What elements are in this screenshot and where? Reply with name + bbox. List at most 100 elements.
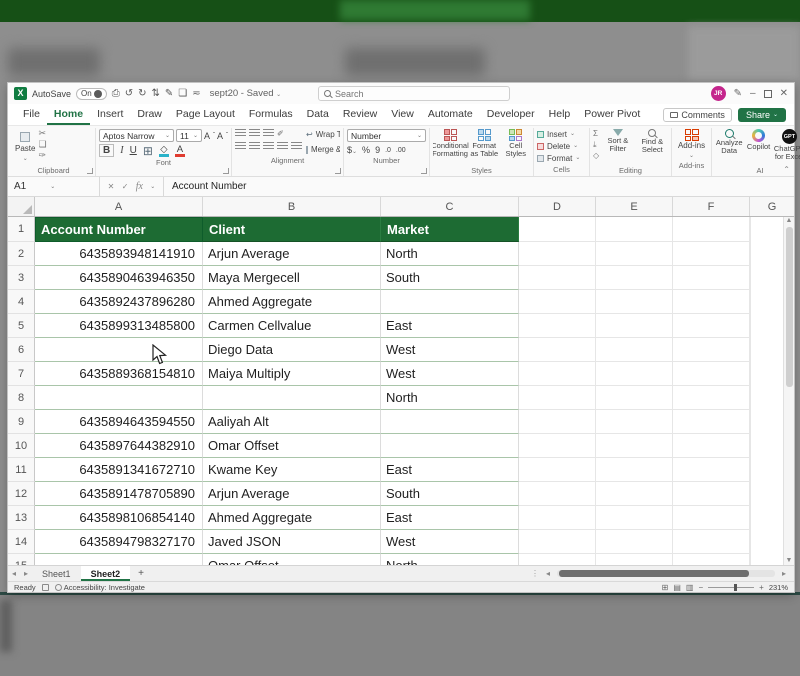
delete-cells-button[interactable]: Delete ⌄	[537, 141, 586, 152]
row-header[interactable]: 7	[8, 362, 35, 386]
cell[interactable]	[750, 554, 751, 565]
font-size-combo[interactable]: 11 ⌄	[176, 129, 202, 142]
zoom-slider[interactable]	[708, 587, 754, 588]
cell-market[interactable]: South	[381, 482, 519, 506]
alignment-dialog-launcher[interactable]	[335, 168, 341, 174]
cell-market[interactable]	[381, 290, 519, 314]
align-left-icon[interactable]	[235, 142, 246, 150]
pen-icon[interactable]: ✎	[165, 83, 173, 104]
format-cells-button[interactable]: Format ⌄	[537, 153, 586, 164]
cut-icon[interactable]: ✂	[38, 129, 46, 138]
cell[interactable]	[673, 217, 750, 242]
cell-client[interactable]: Arjun Average	[203, 242, 381, 266]
cell-client[interactable]: Omar Offset	[203, 434, 381, 458]
avatar[interactable]: JR	[711, 86, 726, 101]
cell-c1-market[interactable]: Market	[381, 217, 519, 242]
number-dialog-launcher[interactable]	[421, 168, 427, 174]
sheet-tab-sheet2[interactable]: Sheet2	[81, 566, 131, 581]
row-header[interactable]: 9	[8, 410, 35, 434]
confirm-entry-icon[interactable]: ✓	[122, 182, 129, 191]
cell[interactable]	[750, 242, 751, 266]
cell[interactable]	[596, 482, 673, 506]
cell-client[interactable]: Maya Mergecell	[203, 266, 381, 290]
cell[interactable]	[673, 338, 750, 362]
name-box[interactable]: A1 ⌄	[8, 177, 100, 196]
format-as-table-button[interactable]: Format as Table	[470, 129, 499, 158]
tab-file[interactable]: File	[16, 104, 47, 125]
comma-style-button[interactable]: 9	[375, 145, 380, 155]
cell[interactable]	[596, 554, 673, 565]
row-header[interactable]: 1	[8, 217, 35, 242]
cell[interactable]	[673, 410, 750, 434]
cell[interactable]	[750, 458, 751, 482]
fill-icon[interactable]: ⤓	[593, 140, 599, 149]
cell[interactable]	[673, 530, 750, 554]
customize-qat-icon[interactable]: ≂	[192, 83, 200, 104]
cell-account[interactable]: 6435889368154810	[35, 362, 203, 386]
conditional-formatting-button[interactable]: Conditional Formatting	[433, 129, 467, 158]
cell-account[interactable]: 6435894643594550	[35, 410, 203, 434]
addins-button[interactable]: Add-ins ⌄	[675, 129, 708, 160]
document-title[interactable]: sept20 - Saved ⌄	[210, 88, 282, 99]
search-box[interactable]	[318, 86, 510, 101]
cell[interactable]	[750, 506, 751, 530]
cell-market[interactable]: West	[381, 338, 519, 362]
copy-icon[interactable]: ❏	[38, 140, 46, 149]
cell[interactable]	[673, 386, 750, 410]
sheet-nav-left-icon[interactable]: ◂	[8, 566, 20, 581]
cell-client[interactable]: Carmen Cellvalue	[203, 314, 381, 338]
cell[interactable]	[673, 482, 750, 506]
indent-decrease-icon[interactable]	[277, 142, 288, 150]
tab-page-layout[interactable]: Page Layout	[169, 104, 242, 125]
row-header[interactable]: 6	[8, 338, 35, 362]
cell[interactable]	[596, 362, 673, 386]
cell-market[interactable]: North	[381, 386, 519, 410]
autosave-toggle[interactable]: On	[76, 88, 107, 100]
cell-client[interactable]: Aaliyah Alt	[203, 410, 381, 434]
cell[interactable]	[750, 290, 751, 314]
cell-account[interactable]: 6435892437896280	[35, 290, 203, 314]
cell[interactable]	[750, 434, 751, 458]
tab-developer[interactable]: Developer	[480, 104, 542, 125]
cell[interactable]	[596, 338, 673, 362]
cell[interactable]	[750, 410, 751, 434]
ink-icon[interactable]: ✎	[734, 88, 742, 99]
increase-decimal-button[interactable]: .0	[385, 147, 391, 154]
cell[interactable]	[750, 482, 751, 506]
cell[interactable]	[519, 314, 596, 338]
cell[interactable]	[596, 434, 673, 458]
shrink-font-button[interactable]: Aˇ	[217, 129, 228, 142]
cell[interactable]	[750, 314, 751, 338]
cell-client[interactable]: Omar Offset	[203, 554, 381, 565]
row-header[interactable]: 2	[8, 242, 35, 266]
row-header[interactable]: 13	[8, 506, 35, 530]
zoom-slider-thumb[interactable]	[734, 584, 737, 591]
cell[interactable]	[519, 482, 596, 506]
underline-button[interactable]: U	[130, 145, 137, 156]
add-sheet-button[interactable]: +	[130, 566, 152, 581]
minimize-button[interactable]: –	[750, 88, 756, 99]
cancel-entry-icon[interactable]: ✕	[108, 182, 115, 191]
cell-account[interactable]: 6435894798327170	[35, 530, 203, 554]
cell[interactable]	[596, 506, 673, 530]
number-format-combo[interactable]: Number ⌄	[347, 129, 426, 142]
column-header-d[interactable]: D	[519, 197, 596, 216]
cell[interactable]	[519, 242, 596, 266]
search-input[interactable]	[335, 89, 504, 99]
scroll-down-icon[interactable]: ▼	[786, 557, 793, 564]
cell[interactable]	[673, 434, 750, 458]
cell[interactable]	[519, 338, 596, 362]
sheet-tab-sheet1[interactable]: Sheet1	[32, 566, 81, 581]
sort-filter-button[interactable]: Sort & Filter	[602, 129, 633, 153]
cell[interactable]	[750, 338, 751, 362]
percent-button[interactable]: %	[362, 145, 370, 155]
cell[interactable]	[596, 410, 673, 434]
clear-icon[interactable]: ◇	[593, 151, 599, 160]
row-header[interactable]: 8	[8, 386, 35, 410]
cell-account[interactable]	[35, 554, 203, 565]
row-header[interactable]: 11	[8, 458, 35, 482]
row-header[interactable]: 12	[8, 482, 35, 506]
excel-logo-icon[interactable]: X	[14, 87, 27, 100]
cell-client[interactable]: Ahmed Aggregate	[203, 290, 381, 314]
column-header-a[interactable]: A	[35, 197, 203, 216]
